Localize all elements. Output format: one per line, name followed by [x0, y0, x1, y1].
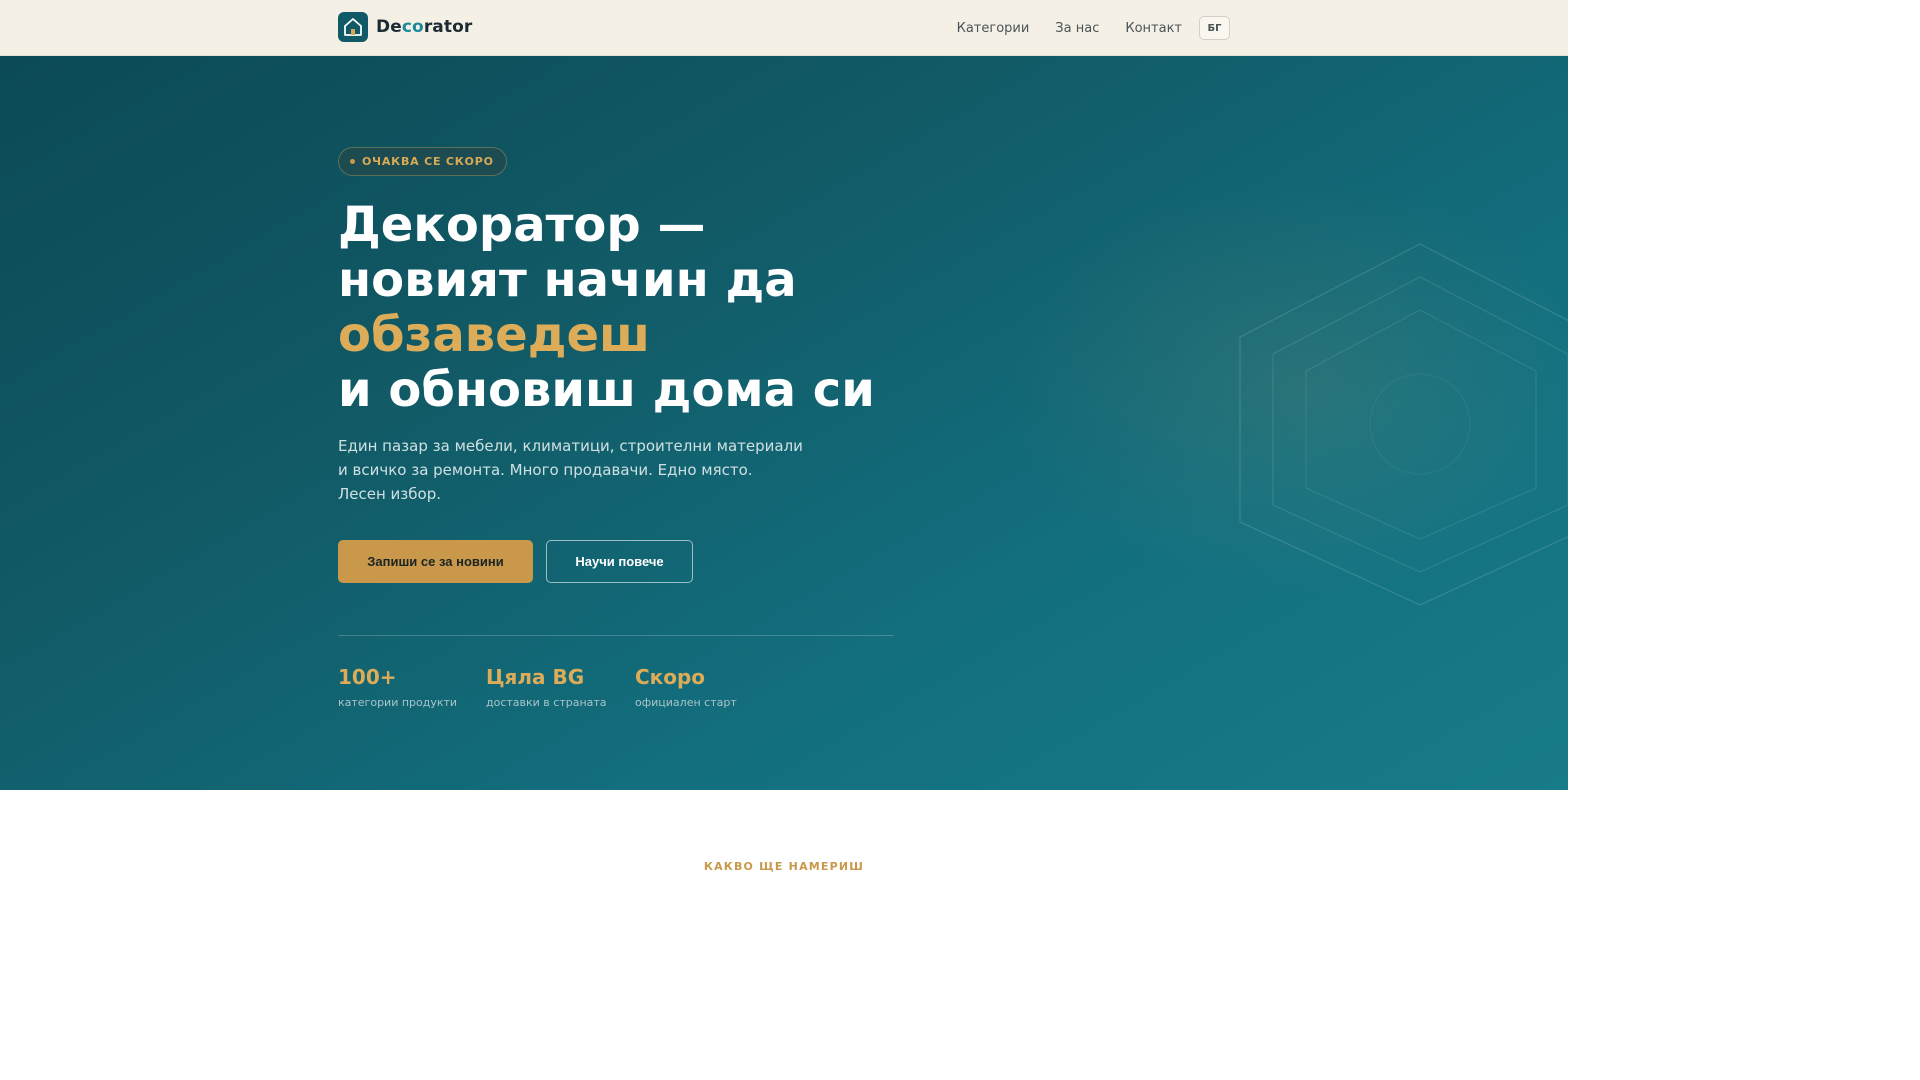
language-switcher[interactable]: БГ	[1199, 16, 1230, 40]
stat-label: официален старт	[635, 696, 737, 709]
subscribe-button[interactable]: Запиши се за новини	[338, 540, 533, 583]
stat-delivery: Цяла BG доставки в страната	[486, 664, 607, 709]
features-section: КАКВО ЩЕ НАМЕРИШ	[0, 790, 1568, 882]
subtitle-line-1: Един пазар за мебели, климатици, строите…	[338, 437, 803, 455]
headline-line-1: Декоратор —	[338, 197, 706, 253]
headline-highlight: обзаведеш	[338, 307, 650, 363]
learn-more-button[interactable]: Научи повече	[546, 540, 693, 583]
hero-subtitle: Един пазар за мебели, климатици, строите…	[338, 434, 808, 506]
subtitle-line-3: Лесен избор.	[338, 485, 442, 503]
nav-link-about[interactable]: За нас	[1055, 21, 1099, 36]
section-eyebrow: КАКВО ЩЕ НАМЕРИШ	[703, 860, 865, 873]
subtitle-line-2: и всичко за ремонта. Много продавачи. Ед…	[338, 461, 753, 479]
headline-line-4: и обновиш дома си	[338, 362, 875, 418]
hero-section: ОЧАКВА СЕ СКОРО Декоратор — новият начин…	[0, 56, 1568, 790]
stat-value: Скоро	[635, 665, 706, 689]
nav-link-categories[interactable]: Категории	[957, 21, 1030, 36]
stat-value: Цяла BG	[486, 665, 585, 689]
stat-launch: Скоро официален старт	[635, 664, 737, 709]
stat-value: 100+	[338, 665, 397, 689]
hexagon-decoration-icon	[1239, 243, 1568, 606]
brand-name: Decorator	[376, 17, 473, 37]
badge-label: ОЧАКВА СЕ СКОРО	[362, 155, 494, 168]
main-nav: Категории За нас Контакт БГ	[957, 16, 1230, 40]
hero-headline: Декоратор — новият начин да обзаведеш и …	[338, 198, 958, 418]
badge-dot-icon	[350, 159, 355, 164]
headline-line-2: новият начин да	[338, 252, 797, 308]
stat-label: категории продукти	[338, 696, 458, 709]
stat-categories: 100+ категории продукти	[338, 664, 457, 709]
house-icon	[338, 12, 368, 42]
top-navigation-bar: Decorator Категории За нас Контакт БГ	[0, 0, 1568, 56]
hero-divider	[338, 635, 894, 636]
stat-label: доставки в страната	[486, 696, 607, 709]
coming-soon-badge: ОЧАКВА СЕ СКОРО	[338, 147, 507, 176]
nav-link-contact[interactable]: Контакт	[1125, 21, 1182, 36]
brand-logo[interactable]: Decorator	[338, 12, 472, 42]
